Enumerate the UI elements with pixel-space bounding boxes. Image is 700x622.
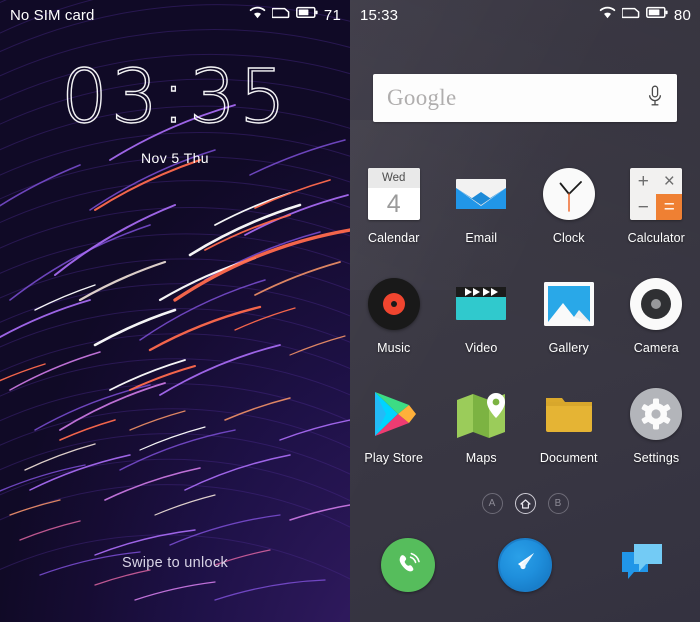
- battery-level-label: 71: [323, 6, 341, 24]
- calendar-weekday: Wed: [367, 168, 420, 188]
- app-label: Document: [539, 451, 598, 465]
- video-icon: [455, 278, 507, 330]
- status-icons: 80: [599, 6, 691, 24]
- app-label: Music: [377, 341, 411, 355]
- app-label: Camera: [633, 341, 679, 355]
- page-b-label: B: [554, 498, 562, 509]
- app-calendar[interactable]: Wed 4 Calendar: [350, 160, 438, 270]
- clock-icon: [542, 168, 595, 220]
- lock-screen[interactable]: No SIM card 71 03:35 Nov 5 Thu Swipe to …: [0, 0, 350, 622]
- calc-key-minus: −: [630, 194, 657, 220]
- wifi-icon: [249, 6, 266, 24]
- app-calculator[interactable]: + × − = Calculator: [613, 160, 700, 270]
- app-grid: Wed 4 Calendar Email Clock + × − = Calcu…: [350, 160, 700, 490]
- calc-key-times: ×: [656, 168, 683, 194]
- battery-icon: [645, 6, 668, 24]
- settings-gear-icon: [630, 388, 683, 440]
- search-placeholder-label: Google: [387, 85, 457, 110]
- maps-icon: [455, 388, 507, 440]
- page-indicator: A B: [350, 493, 700, 514]
- app-label: Gallery: [548, 341, 589, 355]
- messaging-icon: [614, 538, 668, 592]
- app-label: Calculator: [627, 231, 685, 245]
- lockscreen-status-bar: No SIM card 71: [0, 0, 350, 30]
- gallery-icon: [543, 278, 595, 330]
- lockscreen-clock: 03:35 Nov 5 Thu: [0, 54, 350, 166]
- home-icon[interactable]: [514, 493, 536, 514]
- google-search-bar[interactable]: Google: [373, 74, 677, 122]
- camera-icon: [630, 278, 683, 330]
- app-maps[interactable]: Maps: [438, 380, 526, 490]
- app-label: Email: [465, 231, 498, 245]
- homescreen-status-bar: 15:33 80: [350, 0, 700, 30]
- document-folder-icon: [543, 388, 595, 440]
- home-screen[interactable]: 15:33 80 Google Wed 4 Calendar Email Clo…: [350, 0, 700, 622]
- dock: [350, 538, 700, 592]
- app-video[interactable]: Video: [438, 270, 526, 380]
- play-store-icon: [368, 388, 420, 440]
- app-label: Settings: [633, 451, 680, 465]
- page-a-label: A: [488, 498, 496, 509]
- app-label: Play Store: [364, 451, 424, 465]
- dock-phone[interactable]: [350, 538, 467, 592]
- dock-messaging[interactable]: [583, 538, 700, 592]
- email-icon: [455, 168, 507, 220]
- sim-card-icon: [271, 6, 290, 24]
- music-icon: [367, 278, 420, 330]
- clock-date: Nov 5 Thu: [141, 150, 209, 166]
- app-row: Wed 4 Calendar Email Clock + × − = Calcu…: [350, 160, 700, 270]
- app-email[interactable]: Email: [438, 160, 526, 270]
- clock-time-label: 15:33: [360, 6, 399, 24]
- clock-time: 03:35: [60, 54, 290, 140]
- status-icons: 71: [249, 6, 341, 24]
- compass-icon: [497, 538, 552, 592]
- app-document[interactable]: Document: [525, 380, 613, 490]
- battery-icon: [295, 6, 318, 24]
- calendar-day: 4: [386, 190, 401, 218]
- swipe-to-unlock-hint[interactable]: Swipe to unlock: [0, 555, 350, 571]
- page-a-icon[interactable]: A: [481, 493, 503, 514]
- page-b-icon[interactable]: B: [547, 493, 569, 514]
- app-gallery[interactable]: Gallery: [525, 270, 613, 380]
- calc-key-plus: +: [630, 168, 657, 194]
- battery-level-label: 80: [673, 6, 691, 24]
- carrier-label: No SIM card: [10, 6, 95, 24]
- microphone-icon[interactable]: [647, 85, 663, 112]
- device-screenshot: No SIM card 71 03:35 Nov 5 Thu Swipe to …: [0, 0, 700, 622]
- app-label: Maps: [465, 451, 497, 465]
- app-clock[interactable]: Clock: [525, 160, 613, 270]
- app-settings[interactable]: Settings: [613, 380, 700, 490]
- dock-browser[interactable]: [467, 538, 584, 592]
- sim-card-icon: [621, 6, 640, 24]
- calc-key-equals: =: [656, 194, 683, 220]
- phone-icon: [381, 538, 436, 592]
- app-label: Clock: [552, 231, 585, 245]
- app-row: Music Video Gallery Camera: [350, 270, 700, 380]
- app-play-store[interactable]: Play Store: [350, 380, 438, 490]
- calculator-icon: + × − =: [630, 168, 683, 220]
- app-row: Play Store Maps Document Settings: [350, 380, 700, 490]
- app-music[interactable]: Music: [350, 270, 438, 380]
- app-label: Calendar: [367, 231, 420, 245]
- app-camera[interactable]: Camera: [613, 270, 700, 380]
- wifi-icon: [599, 6, 616, 24]
- app-label: Video: [465, 341, 498, 355]
- calendar-icon: Wed 4: [367, 168, 420, 220]
